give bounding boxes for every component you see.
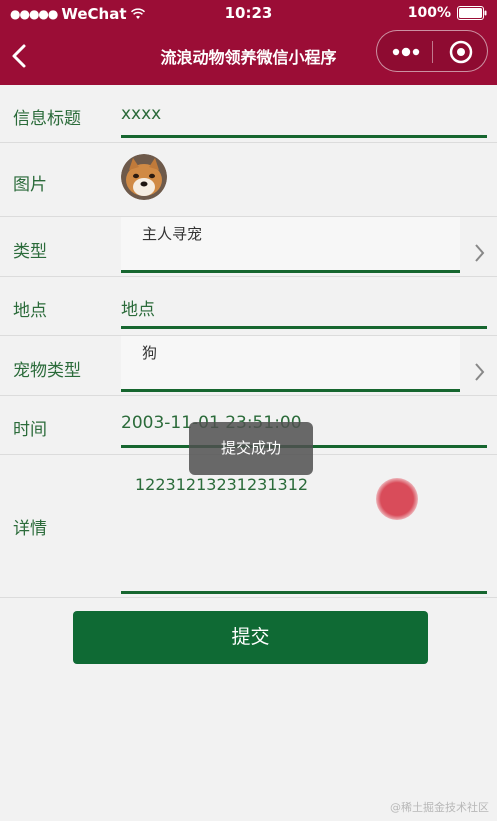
location-input-value: 地点 xyxy=(121,300,155,320)
status-right: 100% xyxy=(408,5,487,21)
battery-percent: 100% xyxy=(407,5,451,21)
location-input[interactable]: 地点 xyxy=(121,291,487,329)
pet-type-select[interactable]: 狗 xyxy=(121,336,460,392)
type-chevron-right-icon xyxy=(475,244,485,262)
image-row: 图片 xyxy=(0,143,497,217)
title-input[interactable]: xxxx xyxy=(121,101,487,138)
pet-type-chevron-right-icon xyxy=(475,363,485,381)
capsule-menu xyxy=(376,30,488,72)
image-label: 图片 xyxy=(13,175,47,195)
more-dots-icon[interactable] xyxy=(389,39,423,65)
type-label: 类型 xyxy=(13,242,47,262)
location-label: 地点 xyxy=(13,301,47,321)
submit-button[interactable]: 提交 xyxy=(73,611,428,664)
detail-textarea-value: 12231213231231312 xyxy=(135,475,309,494)
location-row: 地点 地点 xyxy=(0,277,497,336)
title-row: 信息标题 xxxx xyxy=(0,85,497,143)
battery-icon xyxy=(457,6,487,20)
detail-label: 详情 xyxy=(13,519,47,539)
watermark: @稀土掘金技术社区 xyxy=(390,801,489,814)
header: ●●●●● WeChat 10:23 100% 流浪动物领养微信小程序 xyxy=(0,0,497,85)
title-input-value: xxxx xyxy=(121,104,162,124)
dog-face-icon xyxy=(121,154,167,200)
type-row: 类型 主人寻宠 xyxy=(0,217,497,277)
close-miniprogram-icon[interactable] xyxy=(447,38,475,66)
touch-indicator xyxy=(376,478,418,520)
pet-type-select-value: 狗 xyxy=(142,344,158,362)
time-label: 时间 xyxy=(13,420,47,440)
capsule-divider xyxy=(432,41,433,63)
detail-textarea[interactable]: 12231213231231312 xyxy=(121,466,487,594)
title-label: 信息标题 xyxy=(13,109,81,129)
success-toast: 提交成功 xyxy=(189,422,313,475)
type-select-value: 主人寻宠 xyxy=(142,225,203,243)
type-select[interactable]: 主人寻宠 xyxy=(121,217,460,273)
pet-type-label: 宠物类型 xyxy=(13,361,81,381)
pet-photo[interactable] xyxy=(121,154,167,200)
nav-bar: 流浪动物领养微信小程序 xyxy=(0,30,497,80)
status-bar: ●●●●● WeChat 10:23 100% xyxy=(0,0,497,28)
pet-type-row: 宠物类型 狗 xyxy=(0,336,497,396)
